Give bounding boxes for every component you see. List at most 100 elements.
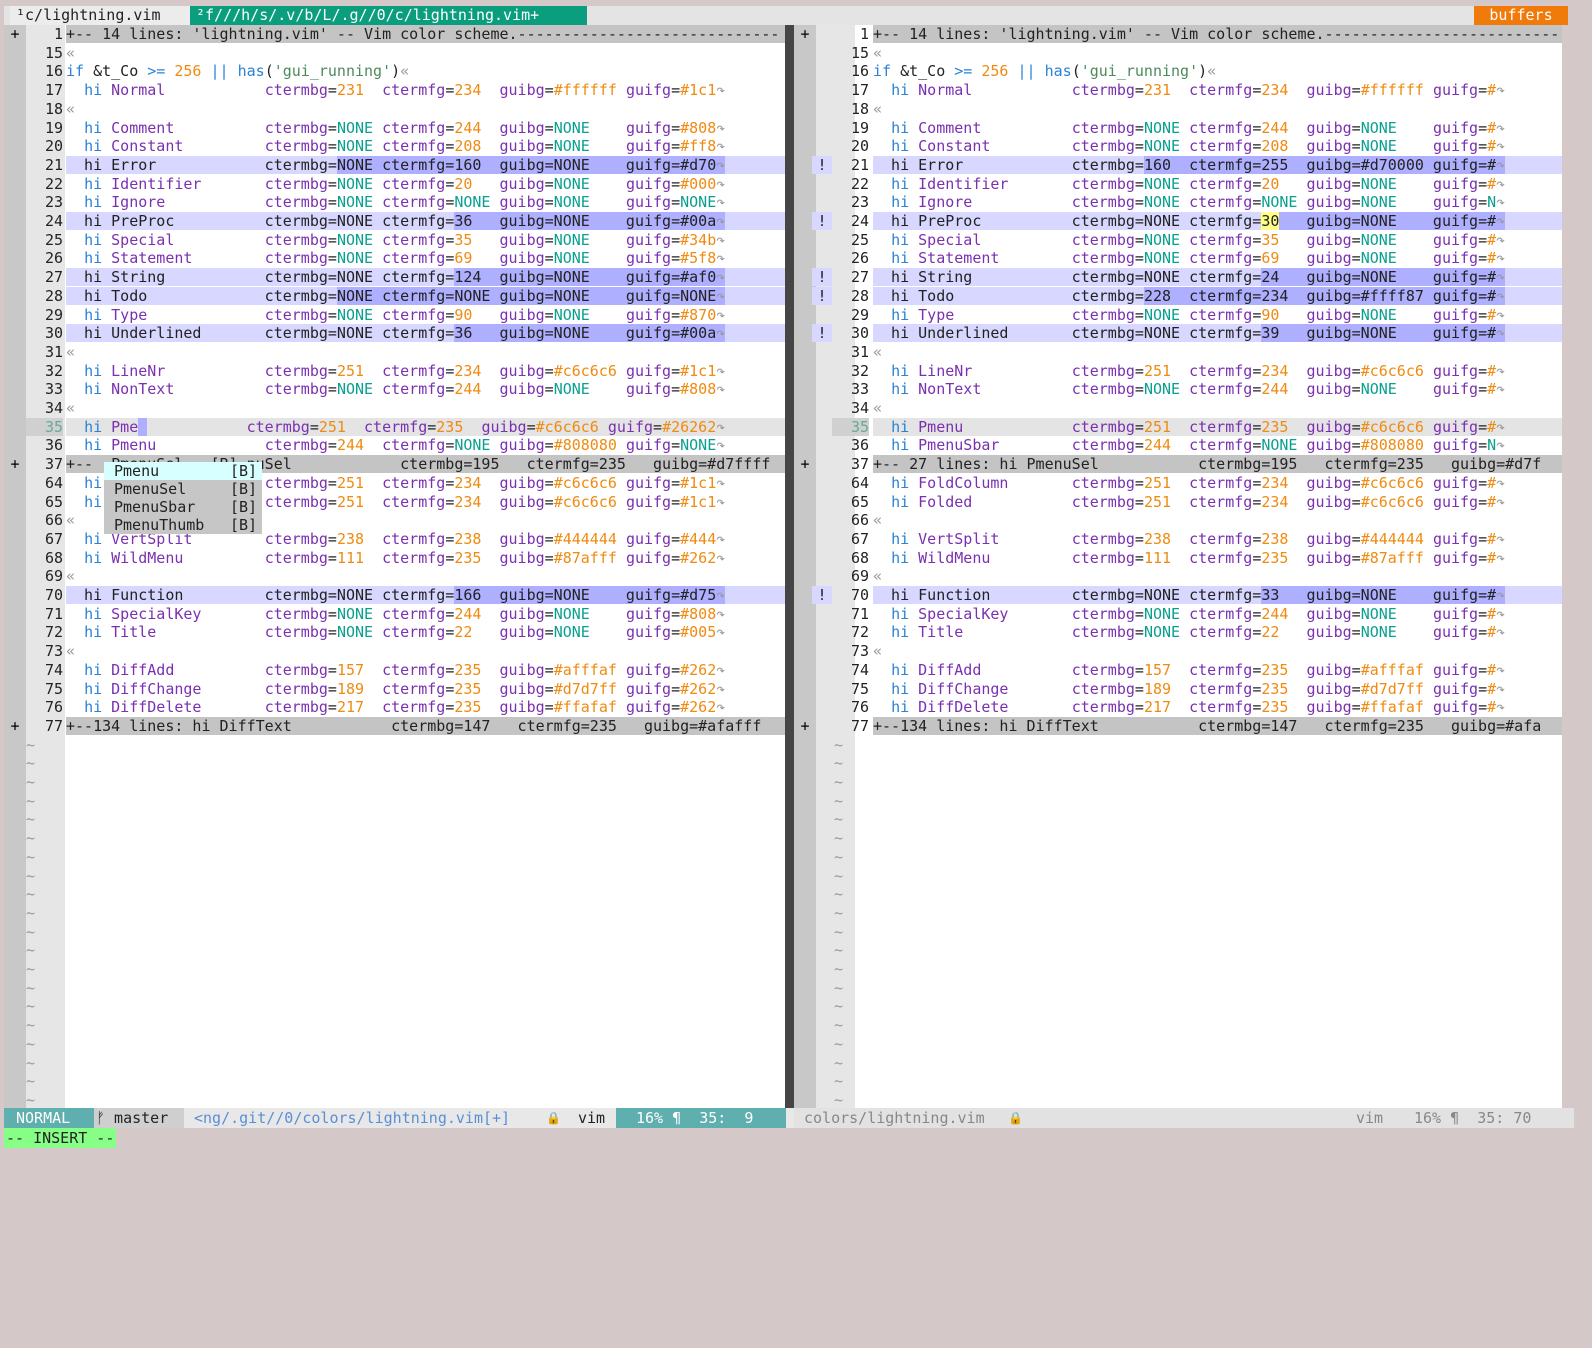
code-line[interactable]: 19 hi Comment ctermbg=NONE ctermfg=244 g… [794,119,1562,137]
code-line[interactable]: 21 hi Error ctermbg=NONE ctermfg=160 gui… [4,155,785,174]
code-line[interactable]: 26 hi Statement ctermbg=NONE ctermfg=69 … [794,249,1562,267]
token: = [544,174,554,193]
code-line[interactable]: 16 if &t_Co >= 256 || has('gui_running')« [4,62,785,80]
code-line[interactable]: 15 « [4,44,785,62]
code-line[interactable]: 32 hi LineNr ctermbg=251 ctermfg=234 gui… [794,362,1562,380]
code-line[interactable]: 35 hi Pme ctermbg=251 ctermfg=235 guibg=… [4,417,785,436]
code-line[interactable]: 22 hi Identifier ctermbg=NONE ctermfg=20… [4,175,785,193]
code-line[interactable]: 30 hi Underlined ctermbg=NONE ctermfg=36… [4,324,785,343]
left-window[interactable]: +1 +-- 14 lines: 'lightning.vim' -- Vim c… [4,25,785,1108]
fold-line[interactable]: +77 +--134 lines: hi DiffText ctermbg=147… [4,716,785,735]
right-window[interactable]: +1 +-- 14 lines: 'lightning.vim' -- Vim c… [794,25,1562,1108]
code-line[interactable]: 71 hi SpecialKey ctermbg=NONE ctermfg=24… [794,605,1562,623]
code-line[interactable]: 20 hi Constant ctermbg=NONE ctermfg=208 … [794,137,1562,155]
code-line[interactable]: 15 « [794,44,1562,62]
tab-git-lightning-vim[interactable]: ²f///h/s/.v/b/L/.g//0/c/lightning.vim+ [190,6,587,25]
code-line[interactable]: 36 hi PmenuSbar ctermbg=244 ctermfg=NONE… [794,436,1562,454]
completion-item[interactable]: Pmenu [B] [104,462,262,480]
code-line[interactable]: ! 30 hi Underlined ctermbg=NONE ctermfg=3… [794,324,1562,343]
code-line[interactable]: 66 « [794,511,1562,529]
code-line[interactable]: 33 hi NonText ctermbg=NONE ctermfg=244 g… [4,380,785,398]
token: guibg [499,698,545,717]
code-line[interactable]: 71 hi SpecialKey ctermbg=NONE ctermfg=24… [4,605,785,623]
code-line[interactable]: 18 « [4,100,785,118]
token: = [327,473,337,492]
code-line[interactable]: 23 hi Ignore ctermbg=NONE ctermfg=NONE g… [4,193,785,211]
fold-line[interactable]: +37 +-- 27 lines: hi PmenuSel ctermbg=195… [794,455,1562,474]
code-line[interactable]: 25 hi Special ctermbg=NONE ctermfg=35 gu… [4,231,785,249]
token: ctermfg [1189,436,1253,455]
end-of-buffer-tilde: ~ [26,941,36,960]
code-line[interactable]: 65 hi Folded ctermbg=251 ctermfg=234 gui… [794,493,1562,511]
token: = [1478,380,1488,399]
code-line[interactable]: ! 70 hi Function ctermbg=NONE ctermfg=33 … [794,586,1562,604]
code-line[interactable]: 16 if &t_Co >= 256 || has('gui_running')« [794,62,1562,80]
code-line[interactable]: 17 hi Normal ctermbg=231 ctermfg=234 gui… [794,81,1562,99]
fold-line[interactable]: +1 +-- 14 lines: 'lightning.vim' -- Vim c… [794,25,1562,43]
code-line[interactable]: 29 hi Type ctermbg=NONE ctermfg=90 guibg… [4,306,785,324]
tab-lightning-vim[interactable]: ¹c/lightning.vim [10,6,194,25]
code-line[interactable]: 69 « [4,567,785,585]
code-line[interactable]: 18 « [794,100,1562,118]
line-number: 23 [44,193,63,212]
code-line[interactable]: ! 28 hi Todo ctermbg=228 ctermfg=234 guib… [794,286,1562,305]
code-line[interactable]: 17 hi Normal ctermbg=231 ctermfg=234 gui… [4,81,785,99]
code-line[interactable]: 73 « [794,642,1562,660]
code-line[interactable]: 28 hi Todo ctermbg=NONE ctermfg=NONE gui… [4,286,785,305]
code-line[interactable]: 75 hi DiffChange ctermbg=189 ctermfg=235… [4,680,785,698]
token: = [1134,548,1144,567]
code-line[interactable]: 34 « [794,399,1562,417]
code-line[interactable]: 73 « [4,642,785,660]
code-line[interactable]: ! 21 hi Error ctermbg=160 ctermfg=255 gui… [794,155,1562,174]
completion-popup[interactable]: Pmenu [B] PmenuSel [B] PmenuSbar [B] PmenuThum… [104,462,262,534]
code-line[interactable]: 31 « [4,343,785,361]
code-line[interactable]: 23 hi Ignore ctermbg=NONE ctermfg=NONE g… [794,193,1562,211]
code-line[interactable]: 19 hi Comment ctermbg=NONE ctermfg=244 g… [4,119,785,137]
code-line[interactable]: 67 hi VertSplit ctermbg=238 ctermfg=238 … [794,530,1562,548]
code-line[interactable]: 33 hi NonText ctermbg=NONE ctermfg=244 g… [794,380,1562,398]
fold-line[interactable]: +1 +-- 14 lines: 'lightning.vim' -- Vim c… [4,25,785,43]
code-line[interactable]: 72 hi Title ctermbg=NONE ctermfg=22 guib… [794,623,1562,641]
code-line[interactable]: 32 hi LineNr ctermbg=251 ctermfg=234 gui… [4,362,785,380]
code-line[interactable]: 74 hi DiffAdd ctermbg=157 ctermfg=235 gu… [4,661,785,679]
code-line[interactable]: 36 hi Pmenu ctermbg=244 ctermfg=NONE gui… [4,436,785,454]
code-line[interactable]: ! 24 hi PreProc ctermbg=NONE ctermfg=30 g… [794,212,1562,230]
code-line[interactable]: 29 hi Type ctermbg=NONE ctermfg=90 guibg… [794,306,1562,324]
code-line[interactable]: 75 hi DiffChange ctermbg=189 ctermfg=235… [794,680,1562,698]
code-line[interactable]: 34 « [4,399,785,417]
code-line[interactable]: 64 hi FoldColumn ctermbg=251 ctermfg=234… [794,474,1562,492]
buffers-button[interactable]: buffers [1474,6,1568,25]
token: #1c1 [680,473,717,492]
completion-item[interactable]: PmenuSel [B] [104,480,262,498]
code-line[interactable]: 72 hi Title ctermbg=NONE ctermfg=22 guib… [4,623,785,641]
vertical-split[interactable] [785,25,794,1108]
code-line[interactable]: ! 27 hi String ctermbg=NONE ctermfg=24 gu… [794,268,1562,287]
code-line[interactable]: 76 hi DiffDelete ctermbg=217 ctermfg=235… [794,698,1562,716]
code-line[interactable]: 68 hi WildMenu ctermbg=111 ctermfg=235 g… [794,549,1562,567]
code-line[interactable]: 69 « [794,567,1562,585]
code-line[interactable]: 25 hi Special ctermbg=NONE ctermfg=35 gu… [794,231,1562,249]
completion-item[interactable]: PmenuThumb [B] [104,516,262,534]
line-number: 76 [44,698,63,717]
code-line[interactable]: 35 hi Pmenu ctermbg=251 ctermfg=235 guib… [794,417,1562,436]
code-line[interactable]: 68 hi WildMenu ctermbg=111 ctermfg=235 g… [4,549,785,567]
code-line[interactable]: 20 hi Constant ctermbg=NONE ctermfg=208 … [4,137,785,155]
token: = [1478,660,1488,679]
token: « [66,43,76,62]
code-line[interactable]: 22 hi Identifier ctermbg=NONE ctermfg=20… [794,175,1562,193]
code-line[interactable]: 70 hi Function ctermbg=NONE ctermfg=166 … [4,586,785,604]
token: ( [264,62,274,81]
completion-item[interactable]: PmenuSbar [B] [104,498,262,516]
code-line[interactable]: 31 « [794,343,1562,361]
fold-line[interactable]: +77 +--134 lines: hi DiffText ctermbg=147… [794,716,1562,735]
token: # [1487,81,1497,100]
token: guifg [1432,679,1479,698]
code-line[interactable]: 26 hi Statement ctermbg=NONE ctermfg=69 … [4,249,785,267]
code-line[interactable]: 24 hi PreProc ctermbg=NONE ctermfg=36 gu… [4,212,785,230]
token: SpecialKey [909,604,1072,623]
code-line[interactable]: 27 hi String ctermbg=NONE ctermfg=124 gu… [4,268,785,287]
code-line[interactable]: 74 hi DiffAdd ctermbg=157 ctermfg=235 gu… [794,661,1562,679]
line-text: hi Type ctermbg=NONE ctermfg=90 guibg=NO… [66,306,785,324]
code-line[interactable]: 76 hi DiffDelete ctermbg=217 ctermfg=235… [4,698,785,716]
